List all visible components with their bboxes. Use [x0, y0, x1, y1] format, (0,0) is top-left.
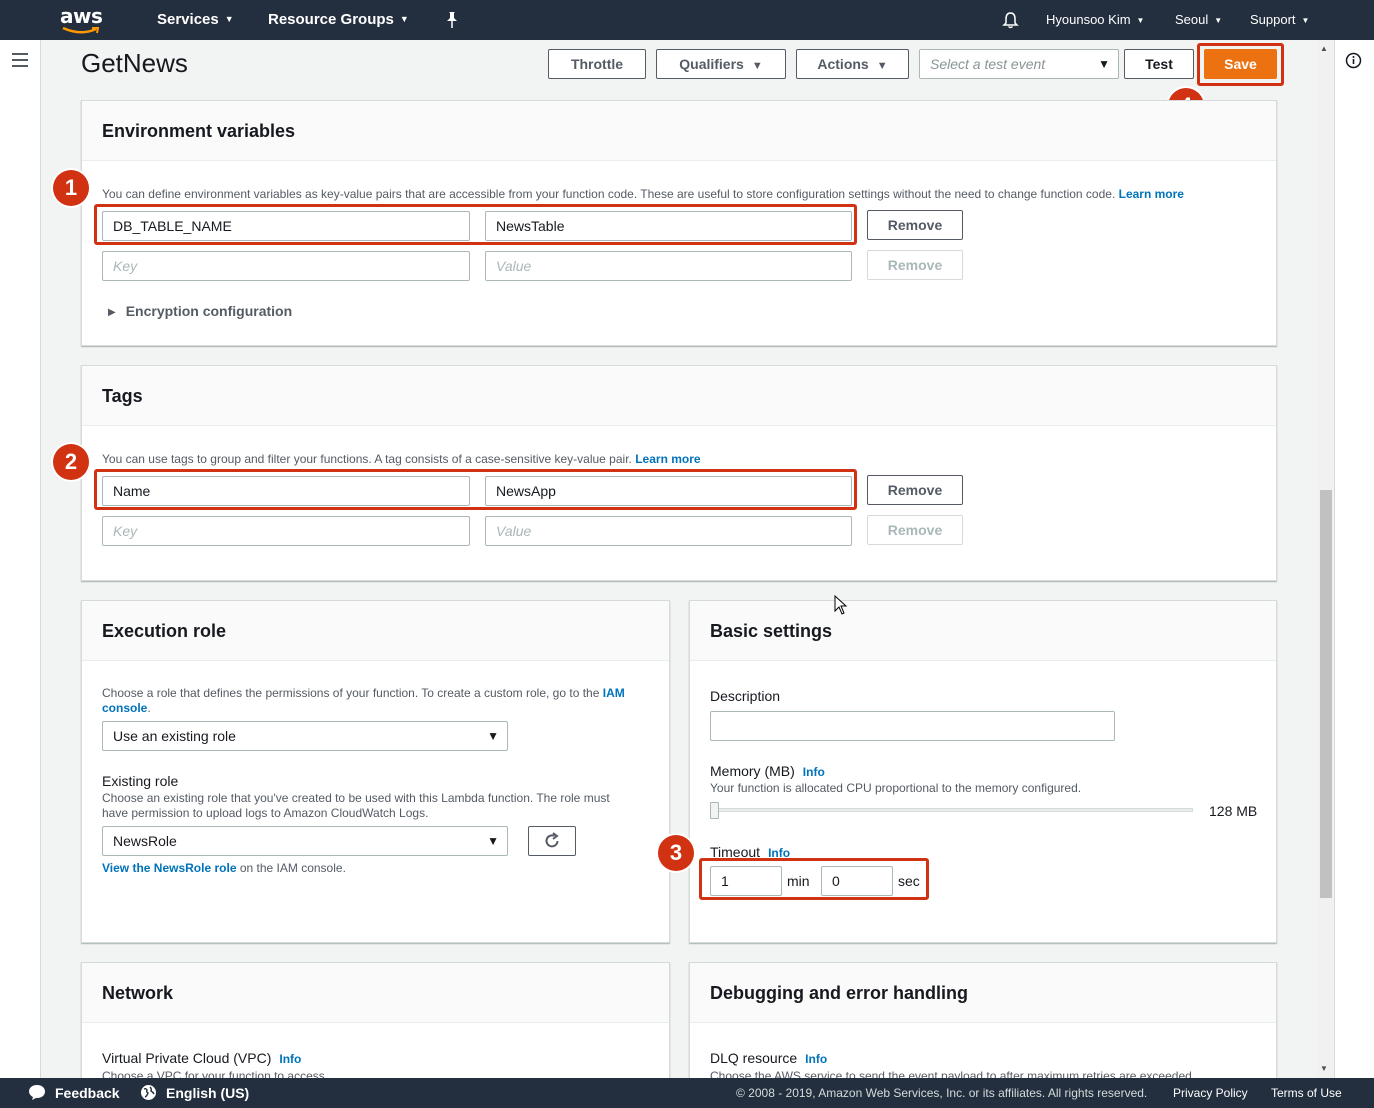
panel-title: Environment variables	[102, 121, 296, 141]
panel-title: Tags	[102, 386, 143, 406]
step-badge-2: 2	[53, 444, 89, 480]
scroll-up-icon[interactable]: ▲	[1320, 44, 1328, 53]
memory-slider-track[interactable]	[710, 808, 1193, 812]
chevron-down-icon: ▼	[1301, 16, 1310, 25]
support-menu[interactable]: Support ▼	[1250, 12, 1309, 27]
chevron-down-icon: ▼	[1136, 16, 1145, 25]
caret-down-icon: ▼	[1098, 57, 1110, 71]
refresh-icon	[545, 832, 559, 848]
privacy-policy-link[interactable]: Privacy Policy	[1173, 1086, 1248, 1100]
existing-role-description: Choose an existing role that you've crea…	[102, 791, 610, 820]
actions-button[interactable]: Actions ▼	[796, 49, 909, 79]
tags-description: You can use tags to group and filter you…	[102, 452, 701, 466]
chevron-down-icon: ▼	[224, 14, 234, 24]
test-button[interactable]: Test	[1124, 49, 1194, 79]
chevron-down-icon: ▼	[399, 14, 409, 24]
step-badge-1: 1	[53, 170, 89, 206]
right-rail	[1334, 40, 1374, 1078]
remove-button[interactable]: Remove	[867, 475, 963, 505]
env-new-key-input[interactable]: Key	[102, 251, 470, 281]
view-role-text: View the NewsRole role on the IAM consol…	[102, 861, 346, 875]
memory-description: Your function is allocated CPU proportio…	[710, 781, 1082, 795]
globe-icon	[141, 1085, 156, 1100]
aws-smile-icon	[62, 27, 100, 34]
panel-title: Debugging and error handling	[710, 983, 968, 1003]
resource-groups-menu[interactable]: Resource Groups ▼	[268, 11, 409, 28]
remove-button-disabled[interactable]: Remove	[867, 250, 963, 280]
hamburger-menu-icon[interactable]	[12, 53, 28, 67]
dlq-info-link[interactable]: Info	[805, 1052, 827, 1066]
highlight-env-row	[94, 204, 857, 245]
memory-label: Memory (MB) Info	[710, 763, 825, 779]
encryption-config-toggle[interactable]: ▶ Encryption configuration	[108, 303, 292, 319]
terms-of-use-link[interactable]: Terms of Use	[1271, 1086, 1342, 1100]
caret-down-icon: ▼	[876, 60, 888, 72]
mouse-cursor-icon	[834, 595, 848, 615]
caret-down-icon: ▼	[751, 60, 763, 72]
vpc-label: Virtual Private Cloud (VPC) Info	[102, 1050, 302, 1066]
refresh-button[interactable]	[528, 826, 576, 856]
save-button[interactable]: Save	[1204, 49, 1277, 79]
memory-info-link[interactable]: Info	[803, 765, 825, 779]
speech-bubble-icon	[29, 1085, 45, 1100]
panel-title: Basic settings	[710, 621, 833, 641]
learn-more-link[interactable]: Learn more	[1119, 187, 1184, 201]
chevron-down-icon: ▼	[1214, 16, 1223, 25]
env-new-value-input[interactable]: Value	[485, 251, 852, 281]
panel-header	[82, 366, 1276, 426]
test-event-select[interactable]: Select a test event ▼	[919, 49, 1119, 79]
page-title: GetNews	[81, 48, 188, 78]
existing-role-select[interactable]: NewsRole ▼	[102, 826, 508, 856]
pushpin-icon[interactable]	[445, 11, 459, 29]
scroll-down-icon[interactable]: ▼	[1320, 1064, 1328, 1073]
services-menu[interactable]: Services ▼	[157, 11, 234, 28]
user-menu[interactable]: Hyounsoo Kim ▼	[1046, 12, 1144, 27]
caret-down-icon: ▼	[487, 834, 499, 848]
top-navigation: aws Services ▼ Resource Groups ▼ Hyounsoo …	[0, 0, 1374, 40]
left-rail	[0, 40, 41, 1078]
region-menu[interactable]: Seoul ▼	[1175, 12, 1222, 27]
dlq-label: DLQ resource Info	[710, 1050, 828, 1066]
caret-down-icon: ▼	[487, 729, 499, 743]
qualifiers-button[interactable]: Qualifiers ▼	[656, 49, 786, 79]
step-badge-3: 3	[658, 835, 694, 871]
remove-button-disabled[interactable]: Remove	[867, 515, 963, 545]
view-role-link[interactable]: View the NewsRole role	[102, 861, 237, 875]
existing-role-label: Existing role	[102, 773, 179, 789]
tag-new-value-input[interactable]: Value	[485, 516, 852, 546]
description-label: Description	[710, 688, 781, 704]
vpc-info-link[interactable]: Info	[279, 1052, 301, 1066]
role-choice-select[interactable]: Use an existing role ▼	[102, 721, 508, 751]
memory-value: 128 MB	[1209, 803, 1258, 819]
feedback-link[interactable]: Feedback	[55, 1085, 120, 1101]
scrollbar-thumb[interactable]	[1320, 490, 1332, 898]
highlight-tag-row	[94, 469, 857, 510]
bell-icon[interactable]	[1002, 11, 1019, 29]
throttle-button[interactable]: Throttle	[548, 49, 646, 79]
caret-right-icon: ▶	[108, 307, 116, 318]
panel-title: Network	[102, 983, 174, 1003]
highlight-timeout	[699, 858, 929, 900]
exec-description: Choose a role that defines the permissio…	[102, 686, 625, 715]
remove-button[interactable]: Remove	[867, 210, 963, 240]
copyright-text: © 2008 - 2019, Amazon Web Services, Inc.…	[736, 1086, 1148, 1100]
footer: Feedback English (US) © 2008 - 2019, Ama…	[0, 1078, 1374, 1108]
learn-more-link[interactable]: Learn more	[635, 452, 700, 466]
memory-slider-thumb[interactable]	[710, 802, 719, 819]
env-description: You can define environment variables as …	[102, 187, 1184, 201]
tag-new-key-input[interactable]: Key	[102, 516, 470, 546]
execution-role-panel: Execution role Choose a role that define…	[81, 600, 670, 943]
info-circle-icon[interactable]	[1345, 52, 1362, 69]
aws-logo[interactable]: aws	[60, 4, 103, 36]
panel-title: Execution role	[102, 621, 227, 641]
description-input[interactable]	[710, 711, 1115, 741]
language-selector[interactable]: English (US)	[166, 1085, 249, 1101]
